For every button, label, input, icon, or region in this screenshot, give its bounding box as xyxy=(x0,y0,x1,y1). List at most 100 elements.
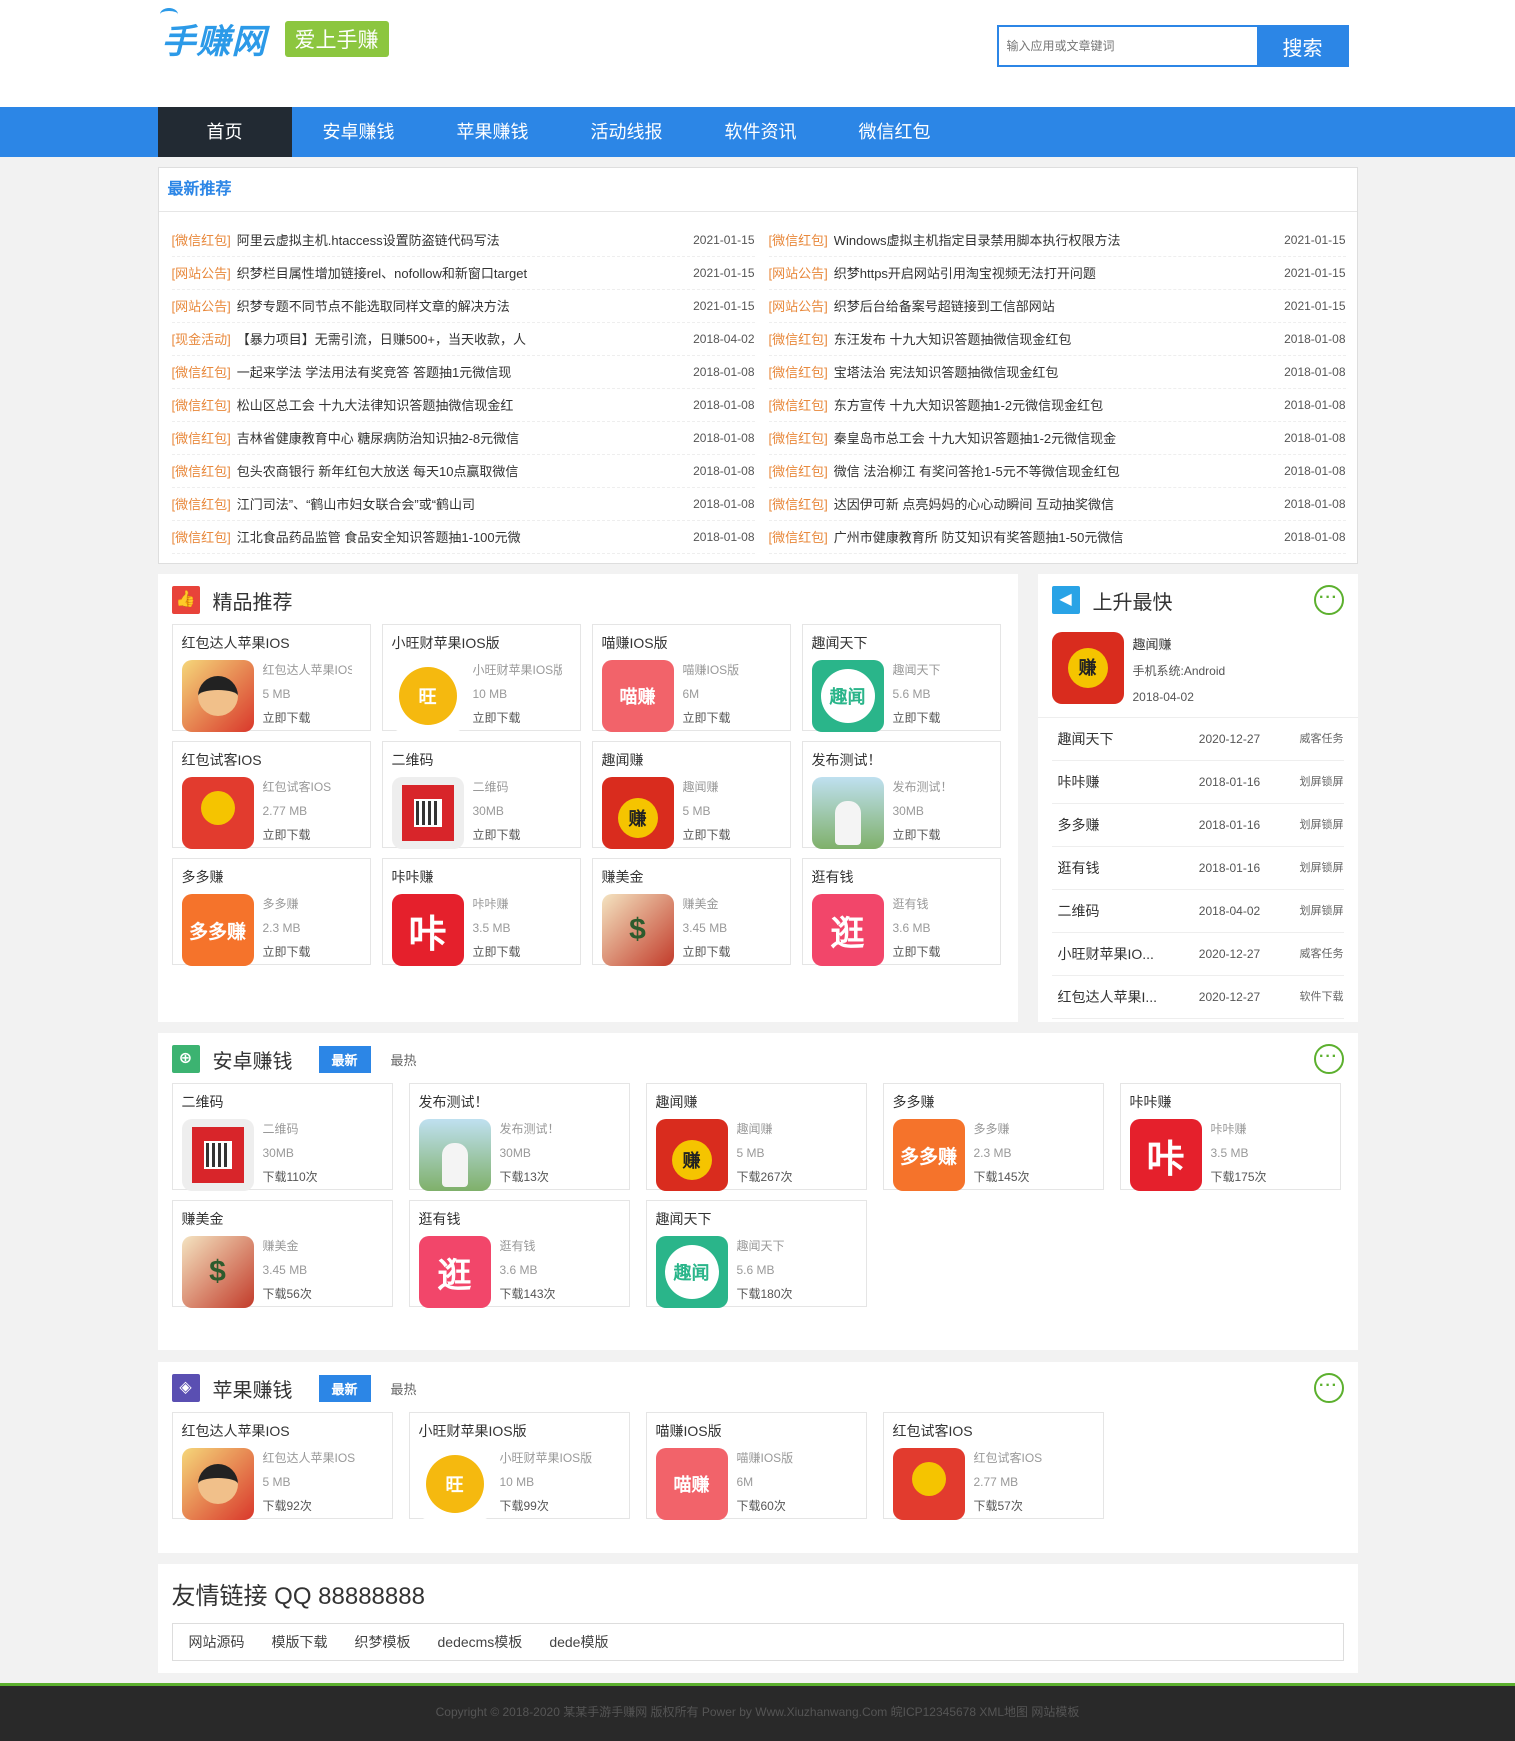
list-item[interactable]: [网站公告] 织梦https开启网站引用淘宝视频无法打开问题 2021-01-15 xyxy=(768,257,1346,290)
app-card[interactable]: 咔咔赚咔咔咔赚 3.5 MB 立即下载 xyxy=(381,858,581,966)
app-icon-quwen-tianxia[interactable]: 趣闻 xyxy=(655,1236,728,1308)
rank-item[interactable]: 小旺财苹果IO... 2020-12-27 威客任务 xyxy=(1051,933,1344,976)
download-link[interactable]: 立即下载 xyxy=(893,706,941,730)
app-icon-hongbao-shike[interactable] xyxy=(181,777,254,849)
app-title[interactable]: 咔咔赚 xyxy=(392,867,571,887)
download-link[interactable]: 立即下载 xyxy=(893,940,941,964)
app-icon-hongbao-daren[interactable] xyxy=(181,1448,254,1520)
friend-link[interactable]: 网站源码 xyxy=(189,1632,245,1652)
list-item[interactable]: [网站公告] 织梦专题不同节点不能选取同样文章的解决方法 2021-01-15 xyxy=(171,290,755,323)
article-title[interactable]: 织梦专题不同节点不能选取同样文章的解决方法 xyxy=(237,290,679,322)
app-title[interactable]: 赚美金 xyxy=(602,867,781,887)
app-title[interactable]: 多多赚 xyxy=(893,1092,1094,1112)
article-title[interactable]: 松山区总工会 十九大法律知识答题抽微信现金红 xyxy=(237,389,679,421)
app-icon-miaozhuan[interactable]: 喵赚 xyxy=(655,1448,728,1520)
app-icon-kakazhuan[interactable]: 咔 xyxy=(391,894,464,966)
app-title[interactable]: 多多赚 xyxy=(182,867,361,887)
rank-item[interactable]: 多多赚 2018-01-16 划屏锁屏 xyxy=(1051,804,1344,847)
rank-category[interactable]: 威客任务 xyxy=(1285,718,1344,760)
list-item[interactable]: [微信红包] 江门司法”、“鹤山市妇女联合会”或“鹤山司 2018-01-08 xyxy=(171,488,755,521)
category-tag[interactable]: [微信红包] xyxy=(769,455,828,487)
category-tag[interactable]: [微信红包] xyxy=(172,389,231,421)
app-title[interactable]: 小旺财苹果IOS版 xyxy=(419,1421,620,1441)
tab-newest[interactable]: 最新 xyxy=(318,1045,371,1073)
app-card[interactable]: 红包达人苹果IOS 红包达人苹果IOS 5 MB 下载92次 xyxy=(171,1412,393,1520)
app-icon-quwen-zhuan[interactable]: 赚 xyxy=(601,777,674,849)
app-icon-erweima[interactable] xyxy=(181,1119,254,1191)
app-title[interactable]: 趣闻赚 xyxy=(656,1092,857,1112)
rank-app-name[interactable]: 多多赚 xyxy=(1052,804,1175,846)
article-title[interactable]: 【暴力项目】无需引流，日赚500+，当天收款，人 xyxy=(237,323,679,355)
rank-app-name[interactable]: 逛有钱 xyxy=(1052,847,1175,889)
friend-link[interactable]: dede模版 xyxy=(549,1632,608,1652)
app-icon-guangyouqian[interactable]: 逛 xyxy=(418,1236,491,1308)
app-card[interactable]: 发布测试！ 发布测试！ 30MB 下载13次 xyxy=(408,1083,630,1191)
list-item[interactable]: [微信红包] 达因伊可新 点亮妈妈的心心动瞬间 互动抽奖微信 2018-01-08 xyxy=(768,488,1346,521)
app-card[interactable]: 喵赚IOS版 喵赚 喵赚IOS版 6M 立即下载 xyxy=(591,624,791,732)
app-card[interactable]: 咔咔赚咔咔咔赚 3.5 MB 下载175次 xyxy=(1119,1083,1341,1191)
rank-item[interactable]: 红包达人苹果I... 2020-12-27 软件下载 xyxy=(1051,976,1344,1019)
rank-category[interactable]: 划屏锁屏 xyxy=(1285,804,1344,846)
rank-app-name[interactable]: 小旺财苹果IO... xyxy=(1052,933,1175,975)
list-item[interactable]: [微信红包] Windows虚拟主机指定目录禁用脚本执行权限方法 2021-01-1… xyxy=(768,224,1346,257)
app-icon-duoduozhuan[interactable]: 多多赚 xyxy=(892,1119,965,1191)
tab-hottest[interactable]: 最热 xyxy=(391,1050,417,1069)
article-title[interactable]: 东汪发布 十九大知识答题抽微信现金红包 xyxy=(834,323,1270,355)
category-tag[interactable]: [微信红包] xyxy=(172,488,231,520)
app-icon-photo-girl[interactable] xyxy=(418,1119,491,1191)
friend-link[interactable]: 模版下载 xyxy=(272,1632,328,1652)
article-title[interactable]: 江门司法”、“鹤山市妇女联合会”或“鹤山司 xyxy=(237,488,679,520)
list-item[interactable]: [微信红包] 吉林省健康教育中心 糖尿病防治知识抽2-8元微信 2018-01-08 xyxy=(171,422,755,455)
app-card[interactable]: 趣闻赚赚 趣闻赚 5 MB 立即下载 xyxy=(591,741,791,849)
category-tag[interactable]: [微信红包] xyxy=(769,521,828,553)
list-item[interactable]: [微信红包] 阿里云虚拟主机.htaccess设置防盗链代码写法 2021-01-1… xyxy=(171,224,755,257)
category-tag[interactable]: [现金活动] xyxy=(172,323,231,355)
app-title[interactable]: 趣闻赚 xyxy=(602,750,781,770)
list-item[interactable]: [微信红包] 包头农商银行 新年红包大放送 每天10点赢取微信 2018-01-08 xyxy=(171,455,755,488)
rank-category[interactable]: 划屏锁屏 xyxy=(1285,761,1344,803)
article-title[interactable]: 一起来学法 学法用法有奖竞答 答题抽1元微信现 xyxy=(237,356,679,388)
download-link[interactable]: 立即下载 xyxy=(473,706,562,730)
rank-app-name[interactable]: 二维码 xyxy=(1052,890,1175,932)
more-icon[interactable]: ··· xyxy=(1313,585,1344,615)
app-card[interactable]: 喵赚IOS版 喵赚 喵赚IOS版 6M 下载60次 xyxy=(645,1412,867,1520)
article-title[interactable]: 织梦https开启网站引用淘宝视频无法打开问题 xyxy=(834,257,1270,289)
app-card[interactable]: 红包达人苹果IOS 红包达人苹果IOS 5 MB 立即下载 xyxy=(171,624,371,732)
category-tag[interactable]: [网站公告] xyxy=(172,290,231,322)
site-logo[interactable]: 手赚网 爱上手赚 xyxy=(159,8,389,63)
app-title[interactable]: 二维码 xyxy=(182,1092,383,1112)
app-icon-xiaowangcai[interactable]: 旺 xyxy=(391,660,464,732)
list-item[interactable]: [微信红包] 一起来学法 学法用法有奖竞答 答题抽1元微信现 2018-01-08 xyxy=(171,356,755,389)
app-card[interactable]: 二维码 二维码 30MB 立即下载 xyxy=(381,741,581,849)
app-card[interactable]: 趣闻天下 趣闻 趣闻天下 5.6 MB 立即下载 xyxy=(801,624,1001,732)
nav-item-0[interactable]: 首页 xyxy=(157,107,292,157)
app-card[interactable]: 小旺财苹果IOS版旺小旺财苹果IOS版 10 MB 立即下载 xyxy=(381,624,581,732)
list-item[interactable]: [微信红包] 松山区总工会 十九大法律知识答题抽微信现金红 2018-01-08 xyxy=(171,389,755,422)
rank-item[interactable]: 咔咔赚 2018-01-16 划屏锁屏 xyxy=(1051,761,1344,804)
nav-item-3[interactable]: 活动线报 xyxy=(560,107,694,157)
rank-app-name[interactable]: 红包达人苹果I... xyxy=(1052,976,1175,1018)
rank-category[interactable]: 软件下载 xyxy=(1285,976,1344,1018)
app-card[interactable]: 赚美金 $ 赚美金 3.45 MB 立即下载 xyxy=(591,858,791,966)
app-title[interactable]: 红包试客IOS xyxy=(893,1421,1094,1441)
app-card[interactable]: 趣闻天下 趣闻 趣闻天下 5.6 MB 下载180次 xyxy=(645,1200,867,1308)
app-card[interactable]: 红包试客IOS 红包试客IOS 2.77 MB 立即下载 xyxy=(171,741,371,849)
app-card[interactable]: 趣闻赚赚 趣闻赚 5 MB 下载267次 xyxy=(645,1083,867,1191)
category-tag[interactable]: [微信红包] xyxy=(172,224,231,256)
article-title[interactable]: 微信 法治柳江 有奖问答抢1-5元不等微信现金红包 xyxy=(834,455,1270,487)
download-link[interactable]: 立即下载 xyxy=(263,940,311,964)
article-title[interactable]: 织梦栏目属性增加链接rel、nofollow和新窗口target xyxy=(237,257,679,289)
download-link[interactable]: 立即下载 xyxy=(263,706,352,730)
list-item[interactable]: [微信红包] 微信 法治柳江 有奖问答抢1-5元不等微信现金红包 2018-01-0… xyxy=(768,455,1346,488)
list-item[interactable]: [微信红包] 东方宣传 十九大知识答题抽1-2元微信现金红包 2018-01-08 xyxy=(768,389,1346,422)
app-title[interactable]: 咔咔赚 xyxy=(1130,1092,1331,1112)
app-title[interactable]: 小旺财苹果IOS版 xyxy=(392,633,571,653)
article-title[interactable]: 秦皇岛市总工会 十九大知识答题抽1-2元微信现金 xyxy=(834,422,1270,454)
app-title[interactable]: 二维码 xyxy=(392,750,571,770)
category-tag[interactable]: [微信红包] xyxy=(172,356,231,388)
app-title[interactable]: 发布测试！ xyxy=(812,750,991,770)
article-title[interactable]: 吉林省健康教育中心 糖尿病防治知识抽2-8元微信 xyxy=(237,422,679,454)
more-icon[interactable]: ··· xyxy=(1313,1373,1344,1403)
download-link[interactable]: 立即下载 xyxy=(263,823,332,847)
app-icon-zhuanmeijin[interactable]: $ xyxy=(601,894,674,966)
